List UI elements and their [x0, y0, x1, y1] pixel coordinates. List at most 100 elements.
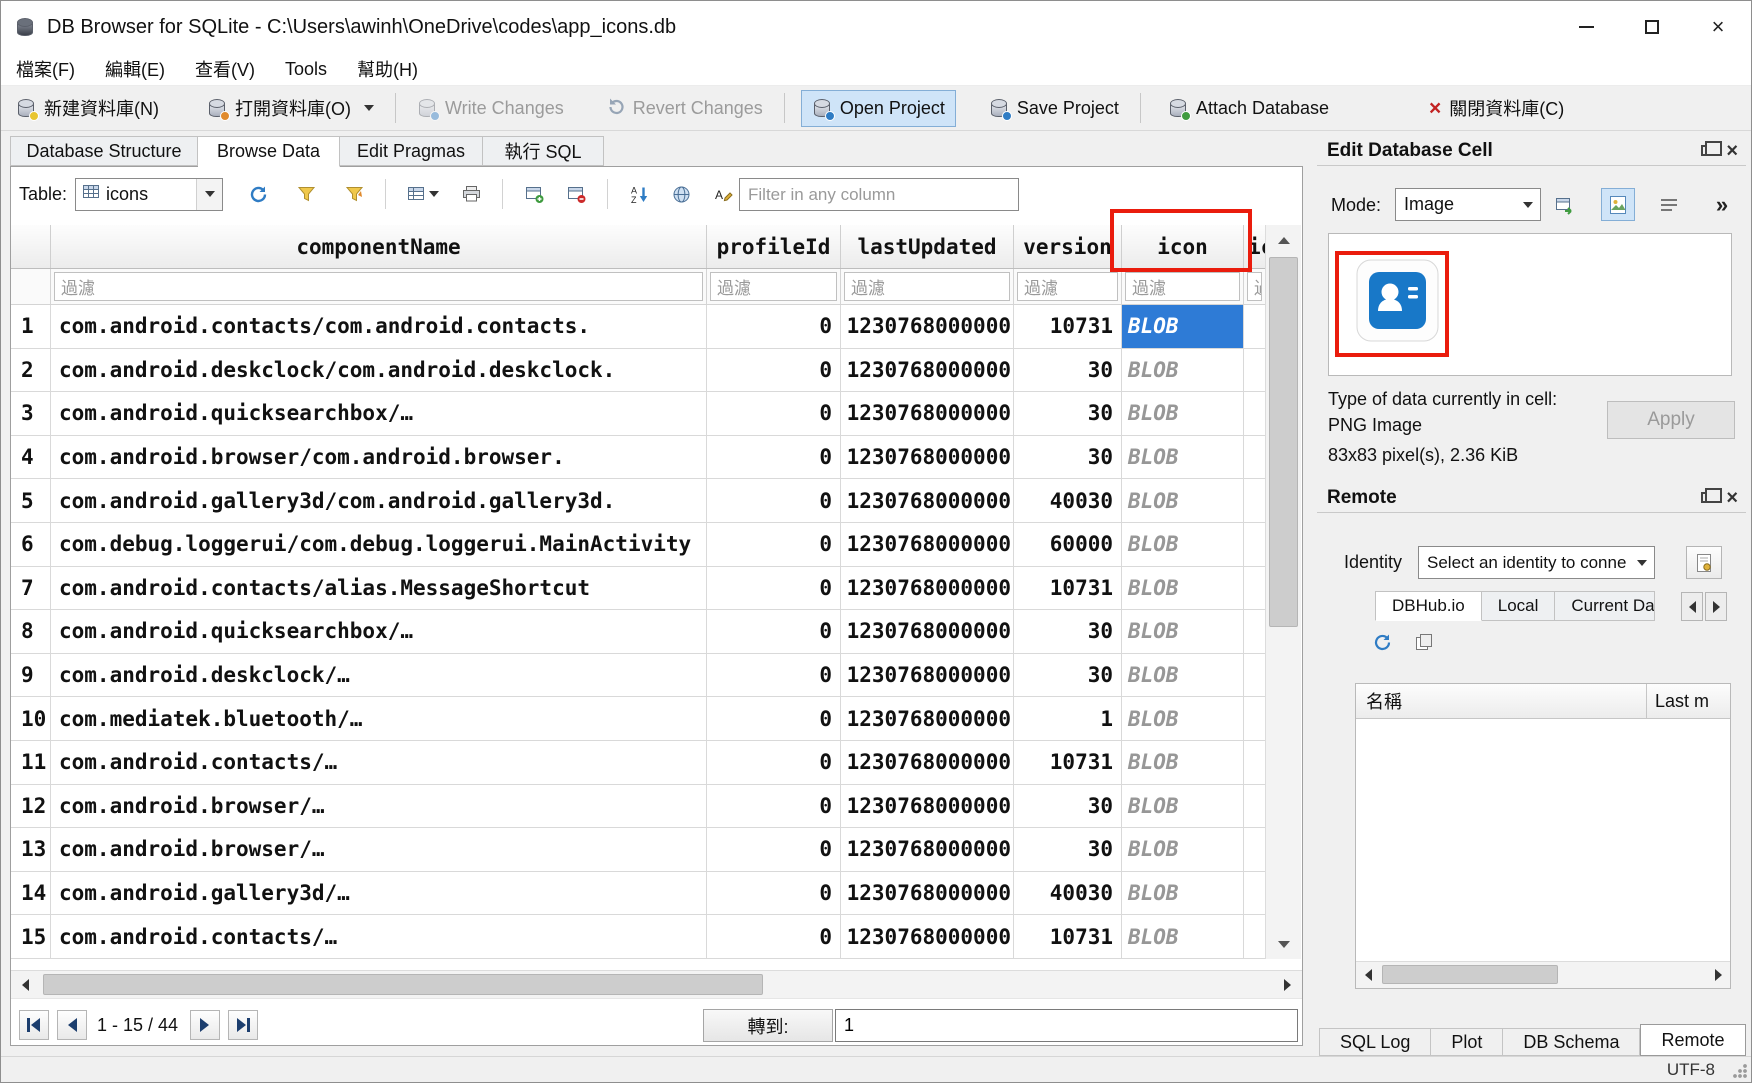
column-header-lastUpdated[interactable]: lastUpdated	[841, 225, 1014, 268]
vertical-scrollbar[interactable]	[1265, 225, 1301, 959]
scroll-left-button[interactable]	[11, 971, 40, 998]
cell-icon2[interactable]	[1244, 610, 1265, 653]
cell-icon[interactable]: BLOB	[1122, 741, 1244, 784]
write-changes-button[interactable]: Write Changes	[406, 90, 575, 127]
cell-version[interactable]: 10731	[1014, 567, 1122, 610]
table-row[interactable]: 9com.android.deskclock/…0123076800000030…	[11, 654, 1265, 698]
new-db-button[interactable]: 新建資料庫(N)	[5, 90, 170, 127]
cell-version[interactable]: 30	[1014, 785, 1122, 828]
cell-icon2[interactable]	[1244, 654, 1265, 697]
cell-profileId[interactable]: 0	[707, 872, 841, 915]
cell-lastUpdated[interactable]: 1230768000000	[841, 436, 1014, 479]
table-combobox[interactable]: icons	[75, 178, 223, 211]
cell-version[interactable]: 40030	[1014, 872, 1122, 915]
sort-asc-button[interactable]: AZ	[622, 177, 656, 211]
cell-version[interactable]: 30	[1014, 436, 1122, 479]
cell-version[interactable]: 30	[1014, 349, 1122, 392]
cell-version[interactable]: 10731	[1014, 915, 1122, 958]
cell-componentName[interactable]: com.android.deskclock/com.android.deskcl…	[51, 349, 707, 392]
cell-icon[interactable]: BLOB	[1122, 305, 1244, 348]
import-data-button[interactable]	[1548, 188, 1582, 221]
cell-icon2[interactable]	[1244, 697, 1265, 740]
float-panel-icon[interactable]	[1701, 492, 1714, 503]
cell-lastUpdated[interactable]: 1230768000000	[841, 349, 1014, 392]
cell-icon2[interactable]	[1244, 567, 1265, 610]
table-row[interactable]: 10com.mediatek.bluetooth/…01230768000000…	[11, 697, 1265, 741]
scroll-down-button[interactable]	[1266, 929, 1301, 959]
cell-icon[interactable]: BLOB	[1122, 697, 1244, 740]
first-record-button[interactable]	[19, 1010, 49, 1040]
menu-file[interactable]: 檔案(F)	[1, 53, 90, 85]
cell-icon[interactable]: BLOB	[1122, 785, 1244, 828]
menu-edit[interactable]: 編輯(E)	[90, 53, 180, 85]
tab-sql-log[interactable]: SQL Log	[1319, 1028, 1431, 1056]
tab-database-structure[interactable]: Database Structure	[10, 136, 198, 166]
cell-icon[interactable]: BLOB	[1122, 915, 1244, 958]
cell-lastUpdated[interactable]: 1230768000000	[841, 654, 1014, 697]
column-header-icon2[interactable]: ic	[1244, 225, 1265, 268]
mode-select[interactable]: Image	[1395, 188, 1541, 221]
hscrollbar-thumb[interactable]	[43, 974, 763, 995]
open-db-button[interactable]: 打開資料庫(O)	[196, 90, 385, 127]
identity-cert-button[interactable]	[1686, 546, 1722, 579]
cell-componentName[interactable]: com.android.quicksearchbox/…	[51, 392, 707, 435]
column-header-componentName[interactable]: componentName	[51, 225, 707, 268]
cell-icon2[interactable]	[1244, 479, 1265, 522]
remote-refresh-button[interactable]	[1367, 627, 1397, 657]
cell-version[interactable]: 30	[1014, 654, 1122, 697]
table-row[interactable]: 13com.android.browser/…0123076800000030B…	[11, 828, 1265, 872]
scroll-left-button[interactable]	[1356, 962, 1380, 988]
cell-icon[interactable]: BLOB	[1122, 349, 1244, 392]
save-table-button[interactable]	[400, 177, 446, 211]
cell-version[interactable]: 10731	[1014, 305, 1122, 348]
tab-plot[interactable]: Plot	[1431, 1028, 1503, 1056]
open-project-button[interactable]: Open Project	[801, 90, 956, 127]
delete-record-button[interactable]	[559, 177, 593, 211]
table-row[interactable]: 7com.android.contacts/alias.MessageShort…	[11, 567, 1265, 611]
table-row[interactable]: 5com.android.gallery3d/com.android.galle…	[11, 479, 1265, 523]
resize-grip[interactable]	[1733, 1064, 1748, 1079]
cell-profileId[interactable]: 0	[707, 349, 841, 392]
cell-icon[interactable]: BLOB	[1122, 610, 1244, 653]
close-panel-icon[interactable]: ×	[1726, 141, 1738, 161]
cell-icon2[interactable]	[1244, 349, 1265, 392]
cell-icon2[interactable]	[1244, 392, 1265, 435]
goto-button[interactable]: 轉到:	[703, 1009, 833, 1042]
cell-icon[interactable]: BLOB	[1122, 654, 1244, 697]
cell-icon[interactable]: BLOB	[1122, 523, 1244, 566]
cell-icon2[interactable]	[1244, 741, 1265, 784]
close-panel-icon[interactable]: ×	[1726, 488, 1738, 508]
filter-options-button[interactable]	[337, 177, 371, 211]
tab-scroll-right-button[interactable]	[1705, 592, 1727, 621]
close-button[interactable]: ×	[1685, 1, 1751, 53]
revert-changes-button[interactable]: Revert Changes	[595, 90, 774, 127]
cell-version[interactable]: 60000	[1014, 523, 1122, 566]
tab-dbhub[interactable]: DBHub.io	[1375, 591, 1482, 621]
table-row[interactable]: 4com.android.browser/com.android.browser…	[11, 436, 1265, 480]
cell-profileId[interactable]: 0	[707, 915, 841, 958]
horizontal-scrollbar[interactable]	[11, 970, 1302, 999]
cell-lastUpdated[interactable]: 1230768000000	[841, 479, 1014, 522]
column-header-version[interactable]: version	[1014, 225, 1122, 268]
text-view-button[interactable]	[1652, 188, 1686, 221]
cell-profileId[interactable]: 0	[707, 654, 841, 697]
cell-lastUpdated[interactable]: 1230768000000	[841, 523, 1014, 566]
cell-image-preview[interactable]	[1328, 233, 1732, 376]
column-header-icon[interactable]: icon	[1122, 225, 1244, 268]
cell-version[interactable]: 30	[1014, 610, 1122, 653]
print-button[interactable]	[454, 177, 488, 211]
chevron-down-icon[interactable]	[196, 179, 222, 210]
cell-profileId[interactable]: 0	[707, 828, 841, 871]
filter-input[interactable]	[739, 178, 1019, 211]
cell-version[interactable]: 30	[1014, 828, 1122, 871]
cell-icon[interactable]: BLOB	[1122, 567, 1244, 610]
remote-hscrollbar[interactable]	[1356, 961, 1730, 988]
next-record-button[interactable]	[190, 1010, 220, 1040]
attach-db-button[interactable]: Attach Database	[1157, 90, 1340, 127]
cell-componentName[interactable]: com.android.quicksearchbox/…	[51, 610, 707, 653]
cell-componentName[interactable]: com.android.browser/com.android.browser.	[51, 436, 707, 479]
menu-tools[interactable]: Tools	[270, 53, 342, 85]
edit-mode-button[interactable]: A	[706, 177, 740, 211]
menu-view[interactable]: 查看(V)	[180, 53, 270, 85]
cell-icon[interactable]: BLOB	[1122, 436, 1244, 479]
